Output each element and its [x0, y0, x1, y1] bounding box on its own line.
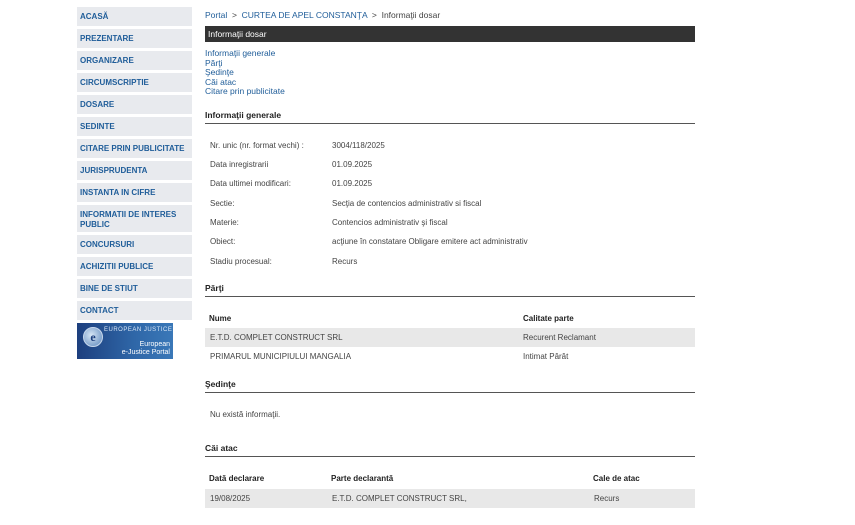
- table-row: E.T.D. COMPLET CONSTRUCT SRL Recurent Re…: [205, 328, 695, 347]
- info-label: Stadiu procesual:: [210, 257, 272, 266]
- ejustice-logo-icon: e: [83, 327, 103, 347]
- col-header-parte-declaranta: Parte declarantă: [331, 474, 394, 483]
- section-heading-cai-atac: Căi atac: [205, 443, 695, 457]
- sidebar-nav: ACASĂ PREZENTARE ORGANIZARE CIRCUMSCRIPT…: [77, 7, 192, 323]
- sidebar-item-bine-de-stiut[interactable]: BINE DE STIUT: [77, 279, 192, 298]
- breadcrumb-portal[interactable]: Portal: [205, 10, 227, 20]
- col-header-data-declarare: Dată declarare: [209, 474, 265, 483]
- info-row: Data inregistrarii 01.09.2025: [210, 160, 372, 169]
- breadcrumb-sep: >: [371, 10, 377, 20]
- col-header-cale-atac: Cale de atac: [593, 474, 640, 483]
- breadcrumb-current: Informaţii dosar: [381, 10, 441, 20]
- sidebar-item-contact[interactable]: CONTACT: [77, 301, 192, 320]
- ejustice-banner-top: EUROPEAN JUSTICE: [104, 327, 173, 333]
- cell-nume: PRIMARUL MUNICIPIULUI MANGALIA: [210, 352, 352, 361]
- info-row: Obiect: acţiune în constatare Obligare em…: [210, 237, 528, 246]
- section-heading-informatii-generale: Informaţii generale: [205, 110, 695, 124]
- sidebar-item-circumscriptie[interactable]: CIRCUMSCRIPTIE: [77, 73, 192, 92]
- info-row: Stadiu procesual: Recurs: [210, 257, 357, 266]
- info-label: Sectie:: [210, 199, 235, 208]
- col-header-calitate: Calitate parte: [523, 314, 574, 323]
- sidebar-item-organizare[interactable]: ORGANIZARE: [77, 51, 192, 70]
- sidebar-item-acasa[interactable]: ACASĂ: [77, 7, 192, 26]
- sidebar-item-concursuri[interactable]: CONCURSURI: [77, 235, 192, 254]
- sidebar-item-informatii-interes-public[interactable]: INFORMATII DE INTERES PUBLIC: [77, 205, 192, 232]
- info-value: Recurs: [332, 257, 358, 266]
- cell-calitate: Intimat Pârât: [523, 352, 569, 361]
- info-value: Contencios administrativ şi fiscal: [332, 218, 448, 227]
- info-label: Obiect:: [210, 237, 236, 246]
- ejustice-banner-text: European e-Justice Portal: [121, 341, 170, 356]
- info-value: 3004/118/2025: [332, 141, 385, 150]
- table-row: 19/08/2025 E.T.D. COMPLET CONSTRUCT SRL,…: [205, 489, 695, 508]
- sedinte-empty-message: Nu există informaţii.: [210, 410, 281, 419]
- info-row: Nr. unic (nr. format vechi) : 3004/118/20…: [210, 141, 385, 150]
- info-label: Materie:: [210, 218, 239, 227]
- page-title: Informaţii dosar: [205, 26, 695, 42]
- breadcrumb-court[interactable]: CURTEA DE APEL CONSTANŢA: [242, 10, 368, 20]
- info-value: 01.09.2025: [332, 160, 373, 169]
- sidebar-item-dosare[interactable]: DOSARE: [77, 95, 192, 114]
- sidebar-item-sedinte[interactable]: SEDINTE: [77, 117, 192, 136]
- table-row: PRIMARUL MUNICIPIULUI MANGALIA Intimat P…: [205, 347, 695, 366]
- col-header-nume: Nume: [209, 314, 232, 323]
- info-value: acţiune în constatare Obligare emitere a…: [332, 237, 528, 246]
- sidebar-item-prezentare[interactable]: PREZENTARE: [77, 29, 192, 48]
- sidebar-item-instanta-in-cifre[interactable]: INSTANTA IN CIFRE: [77, 183, 192, 202]
- breadcrumb-sep: >: [231, 10, 237, 20]
- cell-parte-declaranta: E.T.D. COMPLET CONSTRUCT SRL,: [332, 494, 467, 503]
- cell-data-declarare: 19/08/2025: [210, 494, 251, 503]
- ejustice-banner[interactable]: e EUROPEAN JUSTICE European e-Justice Po…: [77, 323, 173, 359]
- info-label: Data ultimei modificari:: [210, 179, 291, 188]
- sidebar-item-citare[interactable]: CITARE PRIN PUBLICITATE: [77, 139, 192, 158]
- section-heading-sedinte: Şedinţe: [205, 379, 695, 393]
- cell-cale-atac: Recurs: [594, 494, 620, 503]
- section-heading-parti: Părţi: [205, 283, 695, 297]
- link-citare-publicitate[interactable]: Citare prin publicitate: [205, 86, 285, 97]
- sidebar-item-jurisprudenta[interactable]: JURISPRUDENTA: [77, 161, 192, 180]
- info-label: Nr. unic (nr. format vechi) :: [210, 141, 304, 150]
- breadcrumb: Portal > CURTEA DE APEL CONSTANŢA > Info…: [205, 10, 440, 20]
- info-value: 01.09.2025: [332, 179, 373, 188]
- info-label: Data inregistrarii: [210, 160, 269, 169]
- quick-links: Informaţii generale Părţi Şedinţe Căi at…: [205, 48, 285, 97]
- info-row: Data ultimei modificari: 01.09.2025: [210, 179, 372, 188]
- cell-nume: E.T.D. COMPLET CONSTRUCT SRL: [210, 333, 343, 342]
- sidebar-item-achizitii-publice[interactable]: ACHIZITII PUBLICE: [77, 257, 192, 276]
- info-value: Secţia de contencios administrativ si fi…: [332, 199, 482, 208]
- cell-calitate: Recurent Reclamant: [523, 333, 596, 342]
- info-row: Sectie: Secţia de contencios administrati…: [210, 199, 481, 208]
- info-row: Materie: Contencios administrativ şi fisc…: [210, 218, 448, 227]
